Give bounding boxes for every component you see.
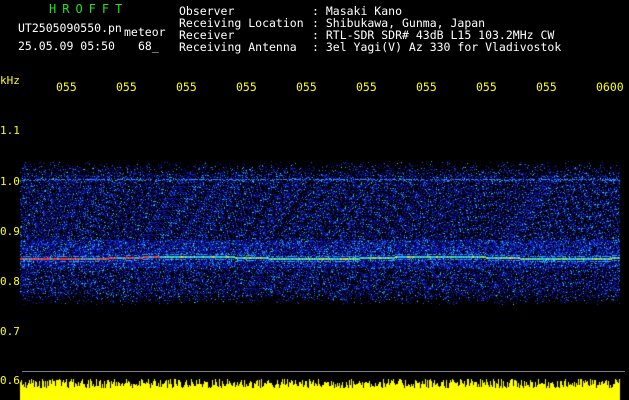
- info-value-antenna: : 3el Yagi(V) Az 330 for Vladivostok: [312, 40, 562, 54]
- x-tick: 055: [56, 81, 77, 93]
- y-tick-0.9: 0.9: [0, 225, 20, 238]
- hrofft-logo: HROFFT: [49, 2, 129, 16]
- x-tick: 055: [416, 81, 437, 93]
- x-tick: 0600: [596, 81, 624, 93]
- baseline-line: [22, 371, 625, 372]
- info-label-antenna: Receiving Antenna: [179, 40, 297, 54]
- y-tick-0.8: 0.8: [0, 275, 20, 288]
- x-tick: 055: [236, 81, 257, 93]
- y-tick-0.6: 0.6: [0, 374, 20, 387]
- x-tick: 055: [356, 81, 377, 93]
- y-tick-1.1: 1.1: [0, 124, 20, 137]
- x-tick: 055: [296, 81, 317, 93]
- datetime-label: 25.05.09 05:50: [18, 39, 115, 53]
- filename-label: UT2505090550.pn: [18, 21, 122, 35]
- y-tick-0.7: 0.7: [0, 325, 20, 338]
- spectrogram: [0, 0, 629, 400]
- mode-label: meteor: [124, 25, 166, 39]
- x-tick: 055: [116, 81, 137, 93]
- y-tick-1.0: 1.0: [0, 175, 20, 188]
- x-tick: 055: [476, 81, 497, 93]
- y-axis-unit: kHz: [0, 74, 20, 87]
- x-tick: 055: [176, 81, 197, 93]
- x-tick: 055: [536, 81, 557, 93]
- count-label: 68_: [138, 39, 159, 53]
